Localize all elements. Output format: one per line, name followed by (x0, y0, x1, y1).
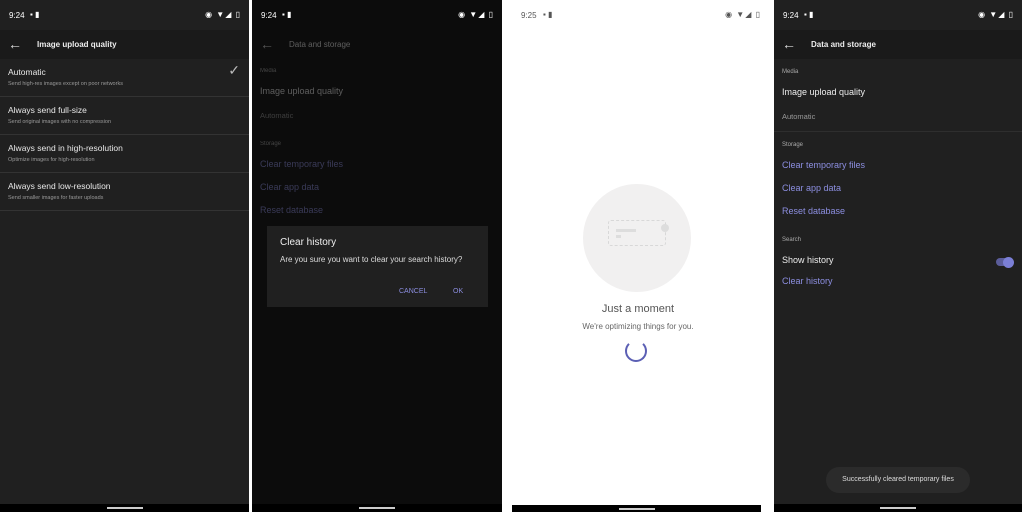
system-icons: ◉ ▼◢ ▯ (978, 10, 1014, 19)
app-bar: ← Data and storage (774, 30, 1022, 59)
page-title: Image upload quality (37, 40, 117, 49)
back-arrow-icon[interactable]: ← (260, 36, 274, 52)
show-history-toggle[interactable] (996, 256, 1014, 268)
spinner-icon (625, 340, 647, 362)
option-title: Automatic (8, 67, 46, 77)
clock: 9:24 (261, 11, 277, 20)
loading-title: Just a moment (601, 303, 675, 315)
system-icons: ◉ ▼◢ ▯ (725, 10, 761, 19)
checkmark-icon: ✓ (228, 62, 240, 78)
dialog-message: Are you sure you want to clear your sear… (280, 255, 463, 264)
message-card-icon (608, 220, 669, 246)
notification-icons: ▪ ▮ (30, 10, 40, 19)
image-upload-quality-item[interactable]: Image upload quality (260, 86, 343, 96)
image-quality-value: Automatic (260, 111, 294, 120)
notification-icons: ▪ ▮ (804, 10, 814, 19)
image-upload-quality-item[interactable]: Image upload quality (782, 87, 865, 97)
notification-icons: ▪ ▮ (543, 10, 553, 19)
clear-app-data-link[interactable]: Clear app data (782, 183, 841, 193)
section-storage: Storage (260, 141, 282, 147)
cancel-button[interactable]: CANCEL (399, 288, 427, 295)
clear-temporary-files-link[interactable]: Clear temporary files (260, 159, 343, 169)
option-subtitle: Send smaller images for faster uploads (8, 195, 104, 201)
option-subtitle: Send original images with no compression (8, 119, 112, 125)
section-search: Search (782, 237, 802, 243)
clear-history-dialog: Clear history Are you sure you want to c… (267, 226, 488, 307)
home-handle[interactable] (106, 507, 143, 509)
section-media: Media (782, 69, 799, 75)
option-subtitle: Optimize images for high-resolution (8, 157, 95, 163)
notification-icons: ▪ ▮ (282, 10, 292, 19)
data-storage-dialog-screen: 9:24 ▪ ▮ ◉ ▼◢ ▯ ← Data and storage Media… (252, 0, 502, 512)
system-icons: ◉ ▼◢ ▯ (205, 10, 241, 19)
option-full-size[interactable]: Always send full-size Send original imag… (0, 97, 249, 135)
illustration (583, 184, 691, 292)
option-low-resolution[interactable]: Always send low-resolution Send smaller … (0, 173, 249, 211)
dialog-title: Clear history (280, 237, 337, 248)
clear-app-data-link[interactable]: Clear app data (260, 182, 319, 192)
status-bar: 9:24 ▪ ▮ ◉ ▼◢ ▯ (252, 0, 502, 30)
home-handle[interactable] (880, 507, 916, 509)
section-storage: Storage (782, 142, 804, 148)
page-title: Data and storage (289, 40, 351, 49)
loading-subtitle: We're optimizing things for you. (582, 322, 694, 331)
option-automatic[interactable]: Automatic Send high-res images except on… (0, 59, 249, 97)
status-bar: 9:24 ▪ ▮ ◉ ▼◢ ▯ (0, 0, 249, 30)
reset-database-link[interactable]: Reset database (782, 206, 845, 216)
data-storage-screen: 9:24 ▪ ▮ ◉ ▼◢ ▯ ← Data and storage Media… (774, 0, 1022, 512)
ok-button[interactable]: OK (453, 288, 463, 295)
navigation-bar (252, 504, 502, 512)
system-icons: ◉ ▼◢ ▯ (458, 10, 494, 19)
image-upload-quality-screen: 9:24 ▪ ▮ ◉ ▼◢ ▯ ← Image upload quality A… (0, 0, 249, 512)
page-title: Data and storage (811, 40, 876, 49)
option-title: Always send full-size (8, 105, 87, 115)
navigation-bar (774, 504, 1022, 512)
app-bar: ← Data and storage (252, 30, 502, 59)
status-bar: 9:24 ▪ ▮ ◉ ▼◢ ▯ (774, 0, 1022, 30)
status-bar: 9:25 ▪ ▮ ◉ ▼◢ ▯ (503, 0, 773, 30)
section-media: Media (260, 68, 277, 74)
navigation-bar (0, 504, 249, 512)
clock: 9:24 (783, 11, 799, 20)
option-high-resolution[interactable]: Always send in high-resolution Optimize … (0, 135, 249, 173)
show-history-label: Show history (782, 255, 834, 265)
navigation-bar (512, 505, 761, 512)
app-bar: ← Image upload quality (0, 30, 249, 59)
home-handle[interactable] (359, 507, 395, 509)
loading-screen: 9:25 ▪ ▮ ◉ ▼◢ ▯ Just a moment We're opti… (503, 0, 773, 512)
option-title: Always send low-resolution (8, 181, 111, 191)
clock: 9:25 (521, 11, 537, 20)
clear-history-link[interactable]: Clear history (782, 276, 833, 286)
back-arrow-icon[interactable]: ← (8, 36, 22, 52)
home-handle[interactable] (618, 508, 655, 510)
back-arrow-icon[interactable]: ← (782, 36, 796, 52)
clear-temporary-files-link[interactable]: Clear temporary files (782, 160, 865, 170)
divider (774, 131, 1022, 132)
reset-database-link[interactable]: Reset database (260, 205, 323, 215)
option-subtitle: Send high-res images except on poor netw… (8, 81, 123, 87)
option-title: Always send in high-resolution (8, 143, 123, 153)
toast-message: Successfully cleared temporary files (826, 467, 970, 493)
clock: 9:24 (9, 11, 25, 20)
image-quality-value: Automatic (782, 112, 816, 121)
